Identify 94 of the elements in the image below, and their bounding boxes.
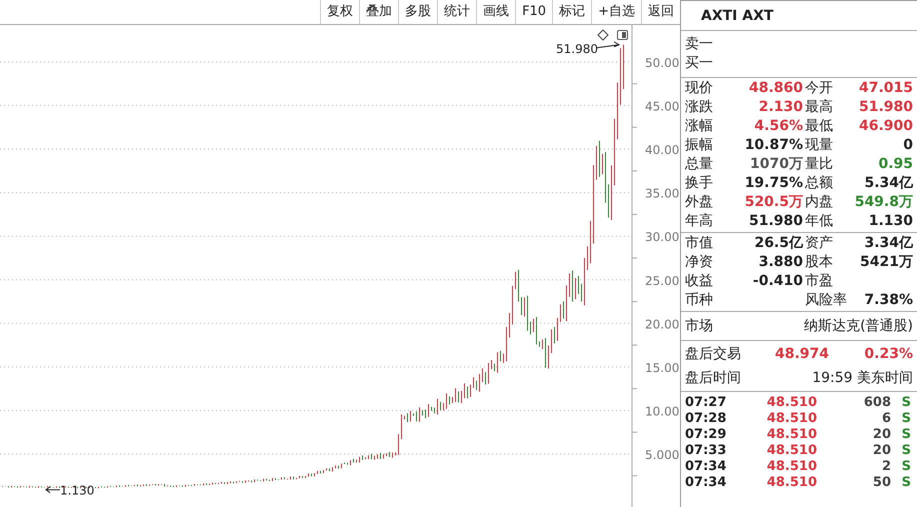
axis-label: 30.00 [645, 230, 680, 244]
quote-label: 最高 [805, 98, 834, 117]
quote-label: 最低 [805, 117, 834, 136]
quote-label: 卖一 [685, 35, 714, 54]
quote-label: 收益 [685, 272, 714, 291]
quote-value: 51.980 [858, 98, 913, 117]
quote-label: 盘后时间 [685, 369, 742, 388]
trade-price: 48.510 [766, 475, 817, 491]
trade-price: 48.510 [766, 427, 817, 443]
quote-label: 内盘 [805, 193, 834, 212]
trade-side: S [900, 459, 911, 475]
trade-time: 07:27 [685, 395, 728, 411]
trade-volume: 20 [872, 427, 891, 443]
low-price-annotation: 1.130 [45, 484, 94, 498]
trade-side: S [900, 395, 911, 411]
trade-side: S [900, 443, 911, 459]
trade-side: S [900, 475, 911, 491]
axis-label: 35.00 [645, 186, 680, 201]
axis-label: 15.00 [645, 360, 680, 375]
quote-label: 年低 [805, 212, 834, 231]
trade-volume: 6 [880, 411, 891, 427]
trade-volume: 50 [872, 475, 891, 491]
quote-value: 纳斯达克(普通股) [804, 317, 913, 336]
trade-time: 07:29 [685, 427, 728, 443]
quote-value: 51.980 [748, 212, 804, 231]
quote-value: 1.130 [868, 212, 913, 231]
quote-label: 量比 [805, 155, 834, 174]
quote-label: 净资 [685, 253, 714, 272]
trade-volume: 20 [872, 443, 891, 459]
quote-value: 5.34亿 [864, 174, 913, 193]
quote-value: 46.900 [858, 117, 913, 136]
quote-label: 市值 [685, 234, 714, 253]
quote-label: 总量 [685, 155, 714, 174]
quote-label: 现量 [805, 136, 834, 155]
quote-label: 现价 [685, 79, 714, 98]
quote-label: 振幅 [685, 136, 714, 155]
axis-label: 10.00 [645, 404, 680, 418]
quote-label: 币种 [685, 291, 714, 310]
quote-value: 10.87% [744, 136, 804, 155]
quote-value: 1070万 [749, 155, 804, 174]
quote-value: 549.8万 [854, 193, 913, 212]
quote-value: 3.34亿 [864, 234, 913, 253]
trade-price: 48.510 [766, 411, 817, 427]
high-price-annotation: 51.980 [556, 41, 620, 56]
axis-label: 45.00 [645, 100, 680, 114]
trade-price: 48.510 [766, 443, 817, 459]
quote-label: 涨跌 [685, 98, 714, 117]
quote-value: 0 [903, 136, 913, 155]
trade-time: 07:28 [685, 411, 728, 427]
quote-label: 年高 [685, 212, 714, 231]
quote-value: 5421万 [860, 253, 913, 272]
axis-label: 20.00 [645, 317, 680, 332]
axis-label: 25.00 [645, 274, 680, 288]
quote-label: 股本 [805, 253, 834, 272]
axis-label: 50.00 [645, 56, 680, 70]
quote-value: -0.410 [752, 272, 804, 291]
quote-label: 买一 [685, 54, 714, 73]
quote-value: 48.860 [748, 79, 804, 98]
quote-value: 520.5万 [744, 193, 804, 212]
quote-value: 4.56% [753, 117, 804, 136]
quote-label: 风险率 [805, 291, 848, 310]
trade-price: 48.510 [766, 459, 817, 475]
quote-label: 市盈 [805, 272, 834, 291]
quote-value: 2.130 [758, 98, 804, 117]
quote-label: 外盘 [685, 193, 714, 212]
trade-side: S [900, 427, 911, 443]
axis-label: 40.00 [645, 143, 680, 158]
quote-value: 26.5亿 [753, 234, 804, 253]
quote-label: 盘后交易 [685, 345, 742, 364]
axis-label: 5.000 [645, 448, 680, 462]
diamond-icon[interactable] [597, 29, 609, 41]
stock-title: AXTI AXT [681, 1, 917, 31]
quote-value: 0.23% [863, 345, 913, 364]
quote-value: 19.75% [744, 174, 804, 193]
panel-toggle-icon[interactable] [617, 30, 628, 40]
quote-label: 市场 [685, 317, 714, 336]
quote-value: 3.880 [758, 253, 804, 272]
quote-label: 今开 [805, 79, 834, 98]
trade-time: 07:34 [685, 475, 728, 491]
trade-time: 07:34 [685, 459, 728, 475]
quote-label: 总额 [805, 174, 834, 193]
quote-value: 0.95 [878, 155, 913, 174]
quote-label: 换手 [685, 174, 714, 193]
trade-side: S [900, 411, 911, 427]
trade-volume: 2 [880, 459, 891, 475]
quote-value: 19:59 美东时间 [812, 369, 913, 388]
quote-label: 资产 [805, 234, 834, 253]
trade-price: 48.510 [766, 395, 817, 411]
quote-label: 涨幅 [685, 117, 714, 136]
quote-value: 47.015 [858, 79, 913, 98]
trade-time: 07:33 [685, 443, 728, 459]
trade-volume: 608 [862, 395, 891, 411]
quote-value: 7.38% [864, 291, 913, 310]
quote-value: 48.974 [775, 345, 830, 364]
